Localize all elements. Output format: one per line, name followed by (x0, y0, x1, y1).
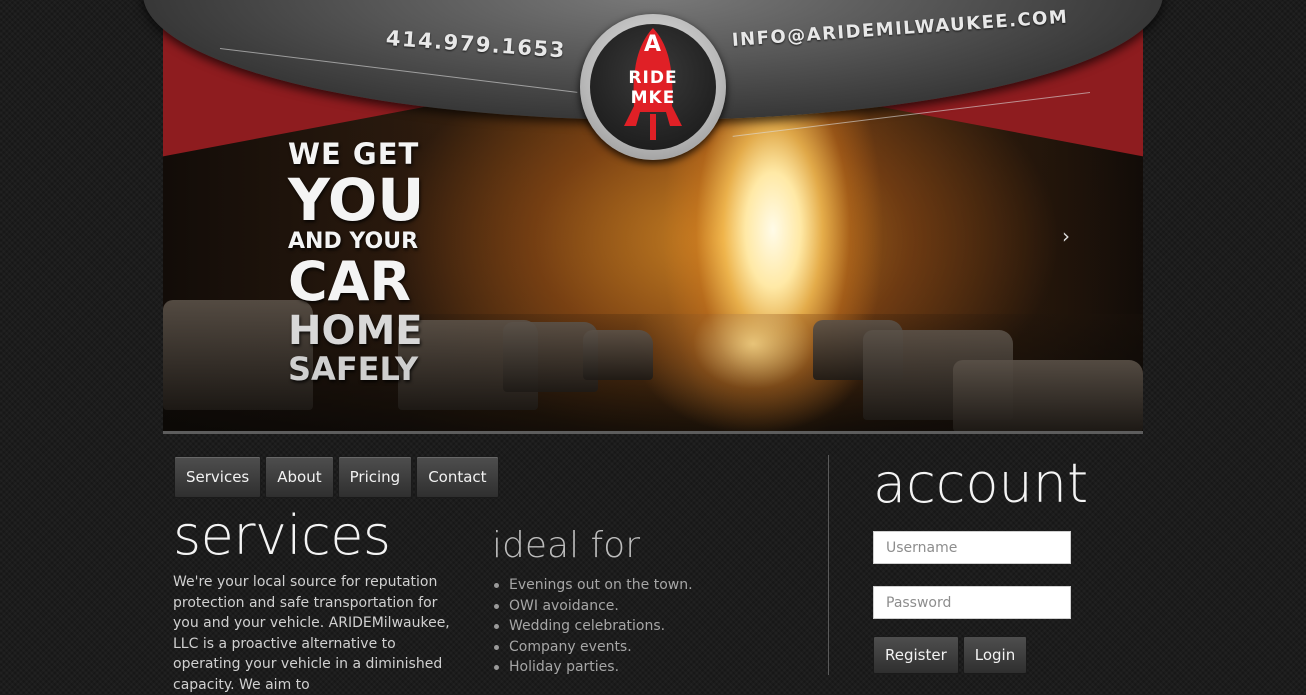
password-input[interactable] (873, 586, 1071, 619)
ideal-for-list: Evenings out on the town. OWI avoidance.… (492, 575, 693, 678)
nav-about-button[interactable]: About (265, 456, 334, 498)
slogan-line: SAFELY (288, 350, 419, 388)
account-actions: Register Login (873, 636, 1028, 674)
logo[interactable]: A RIDE MKE (580, 14, 726, 160)
nav-contact-button[interactable]: Contact (416, 456, 499, 498)
nav-services-button[interactable]: Services (174, 456, 262, 498)
services-heading: services (173, 504, 391, 567)
hero-slogan: WE GET YOU AND YOUR CAR HOME SAFELY (288, 137, 428, 388)
logo-word-mke: MKE (630, 88, 676, 108)
logo-letter: A (643, 32, 663, 57)
parked-car (583, 330, 653, 380)
hero-bottom-rule (163, 431, 1143, 434)
services-description: We're your local source for reputation p… (173, 574, 450, 693)
slider-next-icon[interactable]: › (1062, 224, 1070, 248)
login-button[interactable]: Login (962, 636, 1028, 674)
list-item: Wedding celebrations. (492, 616, 693, 637)
ideal-for-heading: ideal for (492, 525, 641, 566)
slogan-line: WE GET (288, 137, 420, 171)
slogan-line: YOU (288, 166, 425, 234)
list-item: OWI avoidance. (492, 596, 693, 617)
list-item: Holiday parties. (492, 657, 693, 678)
username-input[interactable] (873, 531, 1071, 564)
logo-word-ride: RIDE (628, 68, 678, 88)
register-button[interactable]: Register (873, 636, 959, 674)
list-item: Evenings out on the town. (492, 575, 693, 596)
parked-car (953, 360, 1143, 432)
list-item: Company events. (492, 637, 693, 658)
account-heading: account (873, 452, 1089, 515)
slogan-line: CAR (288, 250, 412, 313)
main-nav: Services About Pricing Contact (174, 456, 499, 498)
slogan-line: HOME (288, 308, 423, 354)
column-divider (828, 455, 829, 675)
nav-pricing-button[interactable]: Pricing (337, 456, 413, 498)
